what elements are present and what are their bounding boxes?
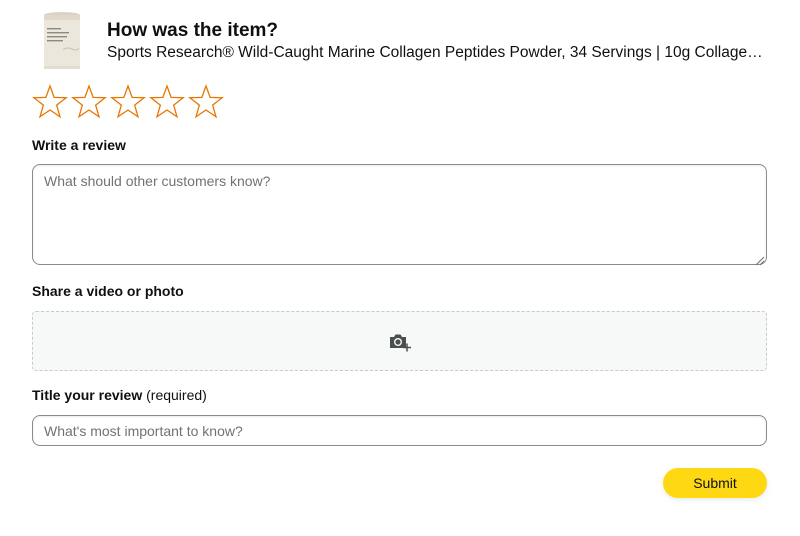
product-name: Sports Research® Wild-Caught Marine Coll… [107,44,767,61]
submit-button[interactable]: Submit [663,468,767,498]
required-note: (required) [146,387,207,403]
page-title: How was the item? [107,20,279,41]
camera-plus-icon[interactable] [388,331,412,353]
product-header: How was the item? Sports Research® Wild-… [41,10,781,74]
review-textarea[interactable] [32,164,767,265]
review-title-input[interactable] [32,415,767,446]
star-icon[interactable] [149,84,185,120]
media-label: Share a video or photo [32,283,184,299]
star-icon[interactable] [71,84,107,120]
media-upload-area[interactable] [32,311,767,371]
star-icon[interactable] [110,84,146,120]
star-rating [32,84,227,122]
review-title-label: Title your review (required) [32,387,207,404]
product-thumbnail [41,10,83,72]
resize-handle-icon[interactable] [755,253,765,266]
review-title-label-text: Title your review [32,387,143,403]
star-icon[interactable] [188,84,224,120]
star-icon[interactable] [32,84,68,120]
review-label: Write a review [32,137,126,153]
